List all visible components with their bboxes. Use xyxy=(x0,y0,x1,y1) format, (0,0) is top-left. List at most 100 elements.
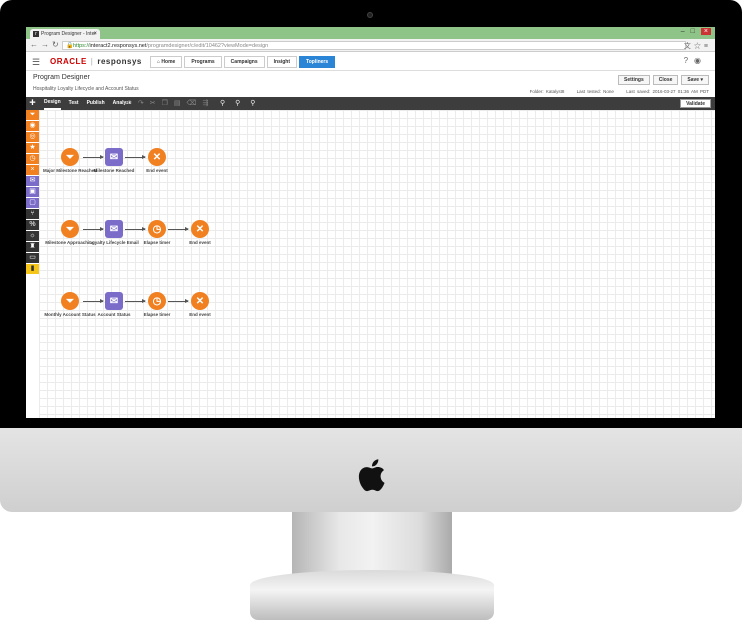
page-actions: Settings Close Save ▾ xyxy=(618,75,709,85)
program-meta: Folder: Katalyst8 Last tested: None Last… xyxy=(520,89,709,94)
nav-campaigns[interactable]: Campaigns xyxy=(223,56,265,68)
email-icon: ✉ xyxy=(105,148,123,166)
folder-info: Folder: Katalyst8 xyxy=(529,89,565,94)
timer-icon: ◷ xyxy=(148,292,166,310)
nav-topliners[interactable]: Topliners xyxy=(299,56,336,68)
browser-tools: 文☆≡ xyxy=(684,41,711,51)
award-icon[interactable]: ♜ xyxy=(26,242,39,252)
nav-home[interactable]: ⌂ Home xyxy=(150,56,183,68)
close-window-icon[interactable]: × xyxy=(700,28,711,35)
zoom-tools: ⚲⚲⚲ xyxy=(220,97,265,110)
url-path: /programdesigner/c/edit/10462?viewMode=d… xyxy=(146,43,269,49)
monitor-frame: r Program Designer - Inter × –□ × ←→↻ 🔒 ht… xyxy=(0,0,742,430)
data-icon[interactable]: ▭ xyxy=(26,253,39,263)
designer-toolbar: + Design Test Publish Analyze ↶↷✂❐▤⌫⇶ ⚲⚲… xyxy=(26,97,715,110)
save-button[interactable]: Save ▾ xyxy=(681,75,709,85)
filter-entry-icon[interactable]: ⏷ xyxy=(26,110,39,120)
page-title: Program Designer xyxy=(33,74,90,81)
zoom-fit-icon[interactable]: ⚲ xyxy=(220,100,235,107)
end-event-icon: ✕ xyxy=(191,220,209,238)
tab-design[interactable]: Design xyxy=(44,97,61,110)
header-icons: ?◉ xyxy=(684,56,707,65)
reload-icon[interactable]: ↻ xyxy=(52,40,62,49)
mode-tabs: Design Test Publish Analyze xyxy=(44,97,132,110)
stage-node[interactable]: ✕ End event xyxy=(170,292,230,318)
camera-dot xyxy=(367,12,373,18)
nav-insight[interactable]: Insight xyxy=(266,56,298,68)
logo: ORACLE | responsys xyxy=(50,57,142,66)
switch-icon[interactable]: ⑂ xyxy=(26,209,39,219)
translate-icon[interactable]: 文 xyxy=(684,43,694,50)
app-header: ☰ ORACLE | responsys ⌂ Home Programs Campa… xyxy=(26,53,715,71)
undo-icon[interactable]: ↶ xyxy=(126,100,138,107)
star-icon[interactable]: ☆ xyxy=(694,43,704,50)
stage-node[interactable]: ✕ End event xyxy=(127,148,187,174)
edit-tools: ↶↷✂❐▤⌫⇶ xyxy=(126,97,214,110)
sms-icon[interactable]: ▣ xyxy=(26,187,39,197)
timer-icon: ◷ xyxy=(148,220,166,238)
url-scheme: https:// xyxy=(73,43,90,49)
window-controls: –□ × xyxy=(681,28,711,35)
stage-node[interactable]: ✕ End event xyxy=(170,220,230,246)
node-label: End event xyxy=(189,240,211,245)
help-icon[interactable]: ? xyxy=(684,56,694,65)
close-button[interactable]: Close xyxy=(652,75,679,85)
stage-palette: ⏷ ◉ ◎ ★ ◷ × ✉ ▣ ▢ ⑂ % ☼ ♜ ▭ ▮ xyxy=(26,110,39,275)
design-canvas[interactable]: ⏷ Major Milestone Reached ✉ Milestone Re… xyxy=(39,110,715,418)
address-bar-row: ←→↻ 🔒 https://interact2.responsys.net/pro… xyxy=(26,39,715,52)
cut-icon[interactable]: ✂ xyxy=(150,100,162,107)
browser-nav: ←→↻ xyxy=(30,40,62,49)
lock-icon: 🔒 xyxy=(66,43,74,49)
tab-title: Program Designer - Inter xyxy=(41,31,97,37)
filter-icon: ⏷ xyxy=(61,292,79,310)
end-event-icon[interactable]: × xyxy=(26,165,39,175)
hamburger-icon[interactable]: ☰ xyxy=(32,57,40,68)
minimize-icon[interactable]: – xyxy=(681,28,691,35)
end-event-icon: ✕ xyxy=(191,292,209,310)
note-icon[interactable]: ▮ xyxy=(26,264,39,274)
maximize-icon[interactable]: □ xyxy=(691,28,701,35)
menu-icon[interactable]: ≡ xyxy=(704,43,711,50)
email-icon: ✉ xyxy=(105,220,123,238)
last-saved: Last saved: 2016-03-27 01:36 AM PDT xyxy=(626,89,709,94)
forward-icon[interactable]: → xyxy=(41,40,52,49)
screen: r Program Designer - Inter × –□ × ←→↻ 🔒 ht… xyxy=(26,27,715,418)
paste-icon[interactable]: ▤ xyxy=(174,100,187,107)
align-icon[interactable]: ⇶ xyxy=(202,100,214,107)
favicon-icon: r xyxy=(33,31,39,37)
main-nav: ⌂ Home Programs Campaigns Insight Toplin… xyxy=(150,56,336,68)
add-icon[interactable]: + xyxy=(26,97,39,110)
url-host: interact2.responsys.net xyxy=(89,43,147,49)
node-label: End event xyxy=(189,312,211,317)
url-field[interactable]: 🔒 https://interact2.responsys.net/program… xyxy=(62,41,686,50)
tab-publish[interactable]: Publish xyxy=(87,97,105,110)
star-entry-icon[interactable]: ★ xyxy=(26,143,39,153)
monitor-chin xyxy=(0,428,742,512)
zoom-out-icon[interactable]: ⚲ xyxy=(250,100,265,107)
wait-icon[interactable]: ☼ xyxy=(26,231,39,241)
timer-entry-icon[interactable]: ◷ xyxy=(26,154,39,164)
signal-entry-icon[interactable]: ◎ xyxy=(26,132,39,142)
node-label: End event xyxy=(146,168,168,173)
end-event-icon: ✕ xyxy=(148,148,166,166)
split-icon[interactable]: % xyxy=(26,220,39,230)
close-tab-icon[interactable]: × xyxy=(93,29,97,39)
browser-tab[interactable]: r Program Designer - Inter × xyxy=(30,29,100,39)
program-name: Hospitality Loyalty Lifecycle and Accoun… xyxy=(33,86,139,92)
email-icon: ✉ xyxy=(105,292,123,310)
nav-programs[interactable]: Programs xyxy=(184,56,222,68)
email-icon[interactable]: ✉ xyxy=(26,176,39,186)
logo-responsys: responsys xyxy=(97,57,142,66)
logo-oracle: ORACLE xyxy=(50,57,87,66)
delete-icon[interactable]: ⌫ xyxy=(187,100,203,107)
settings-button[interactable]: Settings xyxy=(618,75,650,85)
copy-icon[interactable]: ❐ xyxy=(162,100,174,107)
push-icon[interactable]: ▢ xyxy=(26,198,39,208)
user-icon[interactable]: ◉ xyxy=(694,56,707,65)
zoom-in-icon[interactable]: ⚲ xyxy=(235,100,250,107)
event-entry-icon[interactable]: ◉ xyxy=(26,121,39,131)
tab-test[interactable]: Test xyxy=(69,97,79,110)
redo-icon[interactable]: ↷ xyxy=(138,100,150,107)
validate-button[interactable]: Validate xyxy=(680,99,711,108)
back-icon[interactable]: ← xyxy=(30,40,41,49)
